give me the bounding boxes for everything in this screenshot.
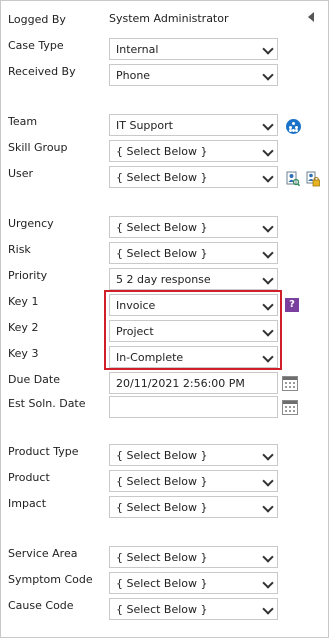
team-select[interactable]: IT Support [109,114,278,136]
due-date-label: Due Date [8,373,60,386]
user-lock-icon[interactable] [306,171,320,187]
received-by-value: Phone [116,69,151,82]
risk-value: { Select Below } [116,247,208,260]
est-soln-date-input[interactable] [109,396,278,418]
service-area-label: Service Area [8,547,78,560]
chevron-down-icon [262,273,274,285]
risk-select[interactable]: { Select Below } [109,242,278,264]
est-soln-date-label: Est Soln. Date [8,397,86,410]
key1-select[interactable]: Invoice [109,294,278,316]
logged-by-label: Logged By [8,13,66,26]
team-label: Team [8,115,38,128]
product-value: { Select Below } [116,475,208,488]
impact-value: { Select Below } [116,501,208,514]
help-icon[interactable]: ? [285,298,299,312]
product-type-value: { Select Below } [116,449,208,462]
product-label: Product [8,471,50,484]
collapse-arrow-icon[interactable] [308,12,314,22]
calendar-icon[interactable] [282,400,298,415]
key1-label: Key 1 [8,295,39,308]
skill-group-select[interactable]: { Select Below } [109,140,278,162]
key1-value: Invoice [116,299,156,312]
team-members-icon[interactable] [286,119,301,134]
key3-select[interactable]: In-Complete [109,346,278,368]
case-details-panel: Logged By System Administrator Case Type… [0,0,329,638]
chevron-down-icon [262,551,274,563]
impact-select[interactable]: { Select Below } [109,496,278,518]
user-label: User [8,167,34,180]
received-by-label: Received By [8,65,76,78]
calendar-icon[interactable] [282,376,298,391]
case-type-label: Case Type [8,39,64,52]
key2-select[interactable]: Project [109,320,278,342]
chevron-down-icon [262,69,274,81]
chevron-down-icon [262,221,274,233]
priority-select[interactable]: 5 2 day response [109,268,278,290]
urgency-value: { Select Below } [116,221,208,234]
due-date-value: 20/11/2021 2:56:00 PM [116,377,245,390]
user-value: { Select Below } [116,171,208,184]
chevron-down-icon [262,325,274,337]
risk-label: Risk [8,243,31,256]
urgency-label: Urgency [8,217,54,230]
chevron-down-icon [262,119,274,131]
chevron-down-icon [262,43,274,55]
chevron-down-icon [262,475,274,487]
skill-group-value: { Select Below } [116,145,208,158]
team-value: IT Support [116,119,173,132]
skill-group-label: Skill Group [8,141,68,154]
cause-code-label: Cause Code [8,599,74,612]
key2-value: Project [116,325,154,338]
case-type-value: Internal [116,43,159,56]
due-date-input[interactable]: 20/11/2021 2:56:00 PM [109,372,278,394]
received-by-select[interactable]: Phone [109,64,278,86]
symptom-code-value: { Select Below } [116,577,208,590]
service-area-select[interactable]: { Select Below } [109,546,278,568]
case-type-select[interactable]: Internal [109,38,278,60]
cause-code-select[interactable]: { Select Below } [109,598,278,620]
chevron-down-icon [262,145,274,157]
key2-label: Key 2 [8,321,39,334]
chevron-down-icon [262,171,274,183]
chevron-down-icon [262,299,274,311]
user-search-icon[interactable] [286,171,300,187]
key3-label: Key 3 [8,347,39,360]
chevron-down-icon [262,449,274,461]
logged-by-value: System Administrator [109,12,229,25]
chevron-down-icon [262,577,274,589]
product-type-label: Product Type [8,445,79,458]
key3-value: In-Complete [116,351,184,364]
chevron-down-icon [262,247,274,259]
impact-label: Impact [8,497,47,510]
chevron-down-icon [262,351,274,363]
product-type-select[interactable]: { Select Below } [109,444,278,466]
symptom-code-select[interactable]: { Select Below } [109,572,278,594]
chevron-down-icon [262,501,274,513]
user-select[interactable]: { Select Below } [109,166,278,188]
product-select[interactable]: { Select Below } [109,470,278,492]
urgency-select[interactable]: { Select Below } [109,216,278,238]
chevron-down-icon [262,603,274,615]
priority-value: 5 2 day response [116,273,211,286]
service-area-value: { Select Below } [116,551,208,564]
cause-code-value: { Select Below } [116,603,208,616]
symptom-code-label: Symptom Code [8,573,93,586]
priority-label: Priority [8,269,48,282]
